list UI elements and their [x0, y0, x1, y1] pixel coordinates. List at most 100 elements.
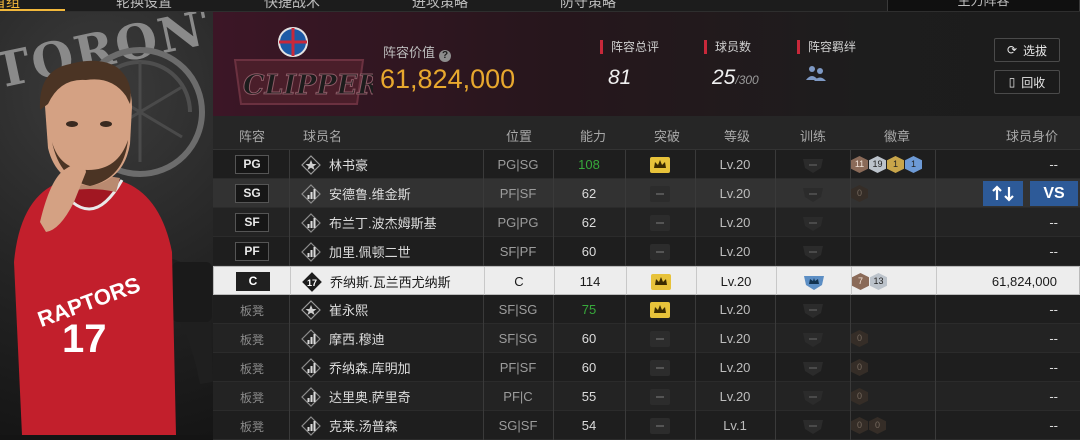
select-button[interactable]: ⟳ 选拔: [994, 38, 1060, 62]
training-shield[interactable]: [802, 388, 824, 406]
breakthrough-badge[interactable]: [649, 388, 671, 406]
header-player-value: 球员身价: [1006, 129, 1059, 144]
table-row[interactable]: PF 加里.佩顿二世 SF|PF 60 Lv.20 --: [213, 237, 1080, 266]
player-name[interactable]: 崔永熙: [329, 295, 368, 324]
bench-label: 板凳: [240, 304, 265, 318]
bench-label: 板凳: [240, 362, 265, 376]
training-icon[interactable]: [775, 411, 850, 440]
player-name[interactable]: 摩西.穆迪: [329, 324, 385, 353]
training-shield[interactable]: [802, 417, 824, 435]
recycle-button[interactable]: ▯ 回收: [994, 70, 1060, 94]
training-shield[interactable]: [802, 301, 824, 319]
table-row[interactable]: SF 布兰丁.波杰姆斯基 PG|PG 62 Lv.20 --: [213, 208, 1080, 237]
breakthrough-empty-icon[interactable]: [625, 382, 695, 411]
breakthrough-badge[interactable]: [649, 330, 671, 348]
signal-bars-icon: [301, 237, 321, 266]
swap-arrows-icon: [992, 185, 1014, 202]
breakthrough-empty-icon[interactable]: [625, 237, 695, 266]
badge-hex-icon[interactable]: 11: [851, 156, 868, 173]
breakthrough-badge[interactable]: [649, 156, 671, 174]
player-name[interactable]: 安德鲁.维金斯: [329, 179, 411, 208]
tab-defense[interactable]: 防守策略: [560, 0, 616, 11]
breakthrough-badge[interactable]: [649, 301, 671, 319]
training-shield[interactable]: [803, 273, 825, 291]
table-row[interactable]: 板凳 摩西.穆迪 SF|SG 60 Lv.20 0 --: [213, 324, 1080, 353]
lineup-dropdown[interactable]: 主力阵容: [887, 0, 1080, 11]
table-row[interactable]: SG 安德鲁.维金斯 PF|SF 62 Lv.20 0 VS: [213, 179, 1080, 208]
tab-rotation[interactable]: 轮换设置: [116, 0, 172, 11]
table-row[interactable]: 板凳 克莱.汤普森 SG|SF 54 Lv.1 0 0 --: [213, 411, 1080, 440]
column-divider: [290, 267, 291, 296]
crown-icon[interactable]: [625, 295, 695, 324]
player-level: Lv.20: [719, 244, 751, 259]
lineup-value-label: 阵容价值?: [383, 42, 452, 62]
swap-button[interactable]: [983, 181, 1023, 206]
table-row[interactable]: C 17 乔纳斯.瓦兰西尤纳斯 C 114 Lv.20 7 13 61,824,000: [213, 266, 1080, 296]
badge-list: 7 13: [852, 273, 887, 290]
bonds-icon[interactable]: [805, 64, 827, 82]
training-shield[interactable]: [802, 330, 824, 348]
training-shield[interactable]: [802, 359, 824, 377]
training-icon[interactable]: [775, 208, 850, 237]
breakthrough-empty-icon[interactable]: [625, 324, 695, 353]
badge-hex-icon[interactable]: 13: [870, 273, 887, 290]
training-icon[interactable]: [775, 353, 850, 382]
table-row[interactable]: PG 林书豪 PG|SG 108 Lv.20 11 19 1 1 --: [213, 150, 1080, 179]
tab-offense[interactable]: 进攻策略: [412, 0, 468, 11]
training-icon[interactable]: [775, 324, 850, 353]
badge-hex-icon[interactable]: 7: [852, 273, 869, 290]
tab-quick-tactics[interactable]: 快捷战术: [264, 0, 320, 11]
badge-hex-icon[interactable]: 0: [869, 417, 886, 434]
breakthrough-empty-icon[interactable]: [625, 179, 695, 208]
breakthrough-empty-icon[interactable]: [625, 353, 695, 382]
training-shield[interactable]: [802, 243, 824, 261]
crown-icon[interactable]: [625, 150, 695, 179]
badge-hex-icon[interactable]: 1: [905, 156, 922, 173]
breakthrough-badge[interactable]: [650, 273, 672, 291]
header-position: 位置: [506, 129, 533, 144]
training-icon[interactable]: [775, 150, 850, 179]
training-shield[interactable]: [802, 214, 824, 232]
table-row[interactable]: 板凳 乔纳森.库明加 PF|SF 60 Lv.20 0 --: [213, 353, 1080, 382]
player-name[interactable]: 林书豪: [329, 150, 368, 179]
badge-hex-icon[interactable]: 0: [851, 388, 868, 405]
training-icon[interactable]: [775, 295, 850, 324]
table-row[interactable]: 板凳 达里奥.萨里奇 PF|C 55 Lv.20 0 --: [213, 382, 1080, 411]
breakthrough-empty-icon[interactable]: [625, 208, 695, 237]
badge-hex-icon[interactable]: 0: [851, 417, 868, 434]
player-type-icon: [301, 357, 321, 378]
player-name[interactable]: 加里.佩顿二世: [329, 237, 411, 266]
badge-hex-icon[interactable]: 19: [869, 156, 886, 173]
player-level: Lv.20: [719, 360, 751, 375]
table-row[interactable]: 板凳 崔永熙 SF|SG 75 Lv.20 --: [213, 295, 1080, 324]
compare-vs-button[interactable]: VS: [1030, 181, 1078, 206]
player-name[interactable]: 布兰丁.波杰姆斯基: [329, 208, 437, 237]
player-name[interactable]: 乔纳斯.瓦兰西尤纳斯: [330, 267, 451, 296]
breakthrough-badge[interactable]: [649, 243, 671, 261]
breakthrough-badge[interactable]: [649, 185, 671, 203]
badge-hex-icon[interactable]: 0: [851, 359, 868, 376]
training-active-icon[interactable]: [776, 267, 851, 296]
breakthrough-empty-icon[interactable]: [625, 411, 695, 440]
badge-hex-icon[interactable]: 0: [851, 185, 868, 202]
training-icon[interactable]: [775, 237, 850, 266]
breakthrough-badge[interactable]: [649, 214, 671, 232]
breakthrough-badge[interactable]: [649, 359, 671, 377]
breakthrough-badge[interactable]: [649, 417, 671, 435]
badge-hex-icon[interactable]: 1: [887, 156, 904, 173]
training-icon[interactable]: [775, 179, 850, 208]
training-shield[interactable]: [802, 156, 824, 174]
crown-icon[interactable]: [626, 267, 696, 296]
player-name[interactable]: 乔纳森.库明加: [329, 353, 411, 382]
training-icon[interactable]: [775, 382, 850, 411]
star-icon: [301, 295, 321, 324]
training-shield[interactable]: [802, 185, 824, 203]
player-name[interactable]: 达里奥.萨里奇: [329, 382, 411, 411]
signal-bars-icon: [301, 324, 321, 353]
help-icon[interactable]: ?: [439, 50, 452, 62]
player-level: Lv.20: [720, 274, 752, 289]
signal-bars-icon: [301, 382, 321, 411]
badge-list: 11 19 1 1: [851, 156, 922, 173]
badge-hex-icon[interactable]: 0: [851, 330, 868, 347]
player-name[interactable]: 克莱.汤普森: [329, 411, 398, 440]
